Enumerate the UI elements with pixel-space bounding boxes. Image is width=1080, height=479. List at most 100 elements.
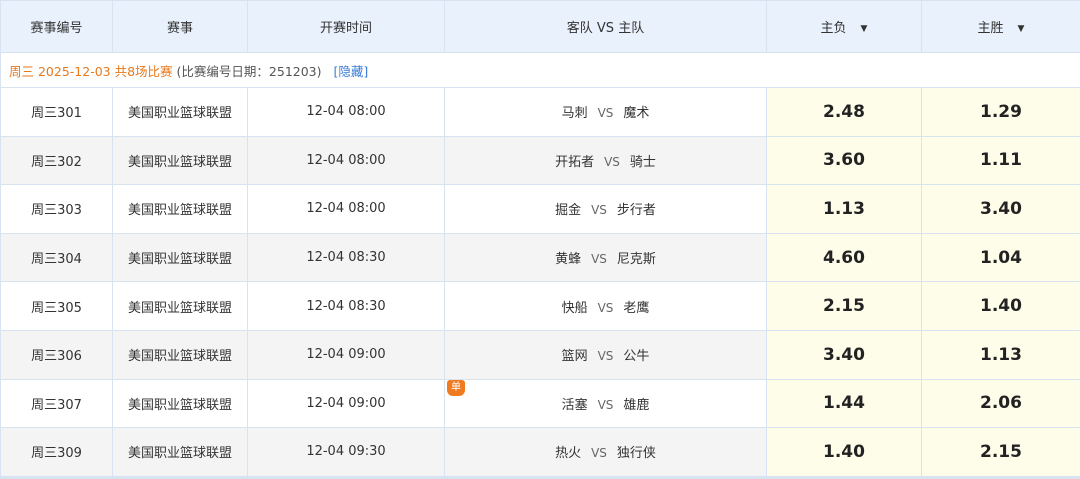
home-team[interactable]: 雄鹿 (623, 398, 649, 413)
header-teams: 客队 VS 主队 (444, 0, 767, 53)
table-row: 周三304 美国职业篮球联盟 12-04 08:30 黄蜂 VS 尼克斯 4.60 … (0, 232, 1080, 283)
header-home-win-label: 主胜 (977, 21, 1004, 36)
match-id-cell: 周三301 (0, 87, 113, 137)
table-row: 周三305 美国职业篮球联盟 12-04 08:30 快船 VS 老鹰 2.15 1… (0, 281, 1080, 331)
league-cell[interactable]: 美国职业篮球联盟 (112, 427, 248, 477)
home-win-odds[interactable]: 1.29 (921, 87, 1080, 137)
vs-label: VS (604, 154, 620, 169)
away-team[interactable]: 热火 (555, 446, 581, 461)
vs-label: VS (591, 203, 607, 218)
games-body: 周三301 美国职业篮球联盟 12-04 08:00 马刺 VS 魔术 2.48 1… (0, 87, 1080, 477)
away-win-odds[interactable]: 4.60 (766, 232, 922, 283)
teams-cell: 热火 VS 独行侠 (444, 427, 767, 477)
home-win-odds[interactable]: 2.06 (921, 378, 1080, 429)
teams-cell: 篮网 VS 公牛 (444, 329, 767, 380)
away-win-odds[interactable]: 1.44 (766, 378, 922, 429)
away-win-odds[interactable]: 2.48 (766, 87, 922, 137)
home-win-odds[interactable]: 1.04 (921, 232, 1080, 283)
teams-cell: 单 活塞 VS 雄鹿 (444, 378, 767, 429)
vs-label: VS (597, 300, 614, 315)
away-team[interactable]: 掘金 (555, 203, 581, 218)
league-cell[interactable]: 美国职业篮球联盟 (112, 87, 248, 137)
away-win-odds[interactable]: 3.40 (766, 329, 922, 380)
table-row: 周三303 美国职业篮球联盟 12-04 08:00 掘金 VS 步行者 1.13 … (0, 184, 1080, 234)
league-cell[interactable]: 美国职业篮球联盟 (112, 378, 248, 429)
match-id-cell: 周三305 (0, 281, 113, 331)
teams-cell: 掘金 VS 步行者 (444, 184, 767, 234)
header-match-id: 赛事编号 (0, 0, 113, 53)
caret-down-icon[interactable]: ▼ (861, 24, 868, 34)
table-row: 周三306 美国职业篮球联盟 12-04 09:00 篮网 VS 公牛 3.40 1… (0, 329, 1080, 380)
match-id-cell: 周三303 (0, 184, 113, 234)
away-team[interactable]: 活塞 (562, 398, 588, 413)
single-badge-icon: 单 (447, 380, 465, 396)
home-win-odds[interactable]: 2.15 (921, 427, 1080, 477)
home-win-odds[interactable]: 1.11 (921, 135, 1080, 186)
league-cell[interactable]: 美国职业篮球联盟 (112, 281, 248, 331)
away-win-odds[interactable]: 1.40 (766, 427, 922, 477)
header-start-time: 开赛时间 (247, 0, 445, 53)
vs-label: VS (597, 106, 614, 121)
home-win-odds[interactable]: 1.40 (921, 281, 1080, 331)
start-time-cell: 12-04 08:00 (247, 87, 445, 137)
away-team[interactable]: 篮网 (562, 349, 588, 364)
vs-label: VS (597, 349, 614, 364)
start-time-cell: 12-04 08:30 (247, 281, 445, 331)
date-group-subtitle: (比赛编号日期：251203) (176, 63, 322, 79)
vs-label: VS (597, 397, 614, 412)
header-away-win[interactable]: 主负 ▼ (766, 0, 922, 53)
home-team[interactable]: 步行者 (617, 203, 656, 218)
start-time-cell: 12-04 08:00 (247, 184, 445, 234)
vs-label: VS (591, 252, 607, 267)
table-row: 周三301 美国职业篮球联盟 12-04 08:00 马刺 VS 魔术 2.48 1… (0, 87, 1080, 137)
teams-cell: 快船 VS 老鹰 (444, 281, 767, 331)
teams-cell: 开拓者 VS 骑士 (444, 135, 767, 186)
home-team[interactable]: 公牛 (623, 349, 649, 364)
league-cell[interactable]: 美国职业篮球联盟 (112, 329, 248, 380)
match-id-cell: 周三302 (0, 135, 113, 186)
away-team[interactable]: 快船 (562, 301, 588, 316)
start-time-cell: 12-04 09:00 (247, 329, 445, 380)
away-win-odds[interactable]: 3.60 (766, 135, 922, 186)
home-team[interactable]: 尼克斯 (617, 252, 656, 267)
home-team[interactable]: 老鹰 (623, 301, 649, 316)
league-cell[interactable]: 美国职业篮球联盟 (112, 184, 248, 234)
table-row: 周三302 美国职业篮球联盟 12-04 08:00 开拓者 VS 骑士 3.60 … (0, 135, 1080, 186)
match-id-cell: 周三309 (0, 427, 113, 477)
teams-cell: 马刺 VS 魔术 (444, 87, 767, 137)
home-win-odds[interactable]: 3.40 (921, 184, 1080, 234)
home-team[interactable]: 魔术 (623, 106, 649, 121)
odds-table: 赛事编号 赛事 开赛时间 客队 VS 主队 主负 ▼ 主胜 ▼ 周三 2025-12… (0, 0, 1080, 477)
date-group-title: 周三 2025-12-03 共8场比赛 (9, 63, 173, 79)
home-team[interactable]: 骑士 (630, 155, 656, 170)
table-header: 赛事编号 赛事 开赛时间 客队 VS 主队 主负 ▼ 主胜 ▼ (0, 0, 1080, 53)
home-win-odds[interactable]: 1.13 (921, 329, 1080, 380)
away-team[interactable]: 马刺 (562, 106, 588, 121)
teams-cell: 黄蜂 VS 尼克斯 (444, 232, 767, 283)
league-cell[interactable]: 美国职业篮球联盟 (112, 135, 248, 186)
away-team[interactable]: 开拓者 (555, 155, 594, 170)
match-id-cell: 周三307 (0, 378, 113, 429)
away-win-odds[interactable]: 1.13 (766, 184, 922, 234)
away-team[interactable]: 黄蜂 (555, 252, 581, 267)
header-league: 赛事 (112, 0, 248, 53)
date-group-row: 周三 2025-12-03 共8场比赛 (比赛编号日期：251203) [隐藏] (0, 52, 1080, 88)
home-team[interactable]: 独行侠 (617, 446, 656, 461)
start-time-cell: 12-04 08:00 (247, 135, 445, 186)
table-row: 周三309 美国职业篮球联盟 12-04 09:30 热火 VS 独行侠 1.40 … (0, 427, 1080, 477)
caret-down-icon[interactable]: ▼ (1018, 24, 1025, 34)
match-list: 赛事编号 赛事 开赛时间 客队 VS 主队 主负 ▼ 主胜 ▼ 周三 2025-12… (0, 0, 1080, 479)
header-away-win-label: 主负 (820, 21, 847, 36)
hide-link[interactable]: [隐藏] (334, 64, 369, 79)
header-home-win[interactable]: 主胜 ▼ (921, 0, 1080, 53)
start-time-cell: 12-04 08:30 (247, 232, 445, 283)
vs-label: VS (591, 446, 607, 461)
match-id-cell: 周三306 (0, 329, 113, 380)
date-group-cell: 周三 2025-12-03 共8场比赛 (比赛编号日期：251203) [隐藏] (0, 52, 1080, 88)
match-id-cell: 周三304 (0, 232, 113, 283)
start-time-cell: 12-04 09:30 (247, 427, 445, 477)
league-cell[interactable]: 美国职业篮球联盟 (112, 232, 248, 283)
away-win-odds[interactable]: 2.15 (766, 281, 922, 331)
start-time-cell: 12-04 09:00 (247, 378, 445, 429)
table-row: 周三307 美国职业篮球联盟 12-04 09:00 单 活塞 VS 雄鹿 1.44… (0, 378, 1080, 429)
